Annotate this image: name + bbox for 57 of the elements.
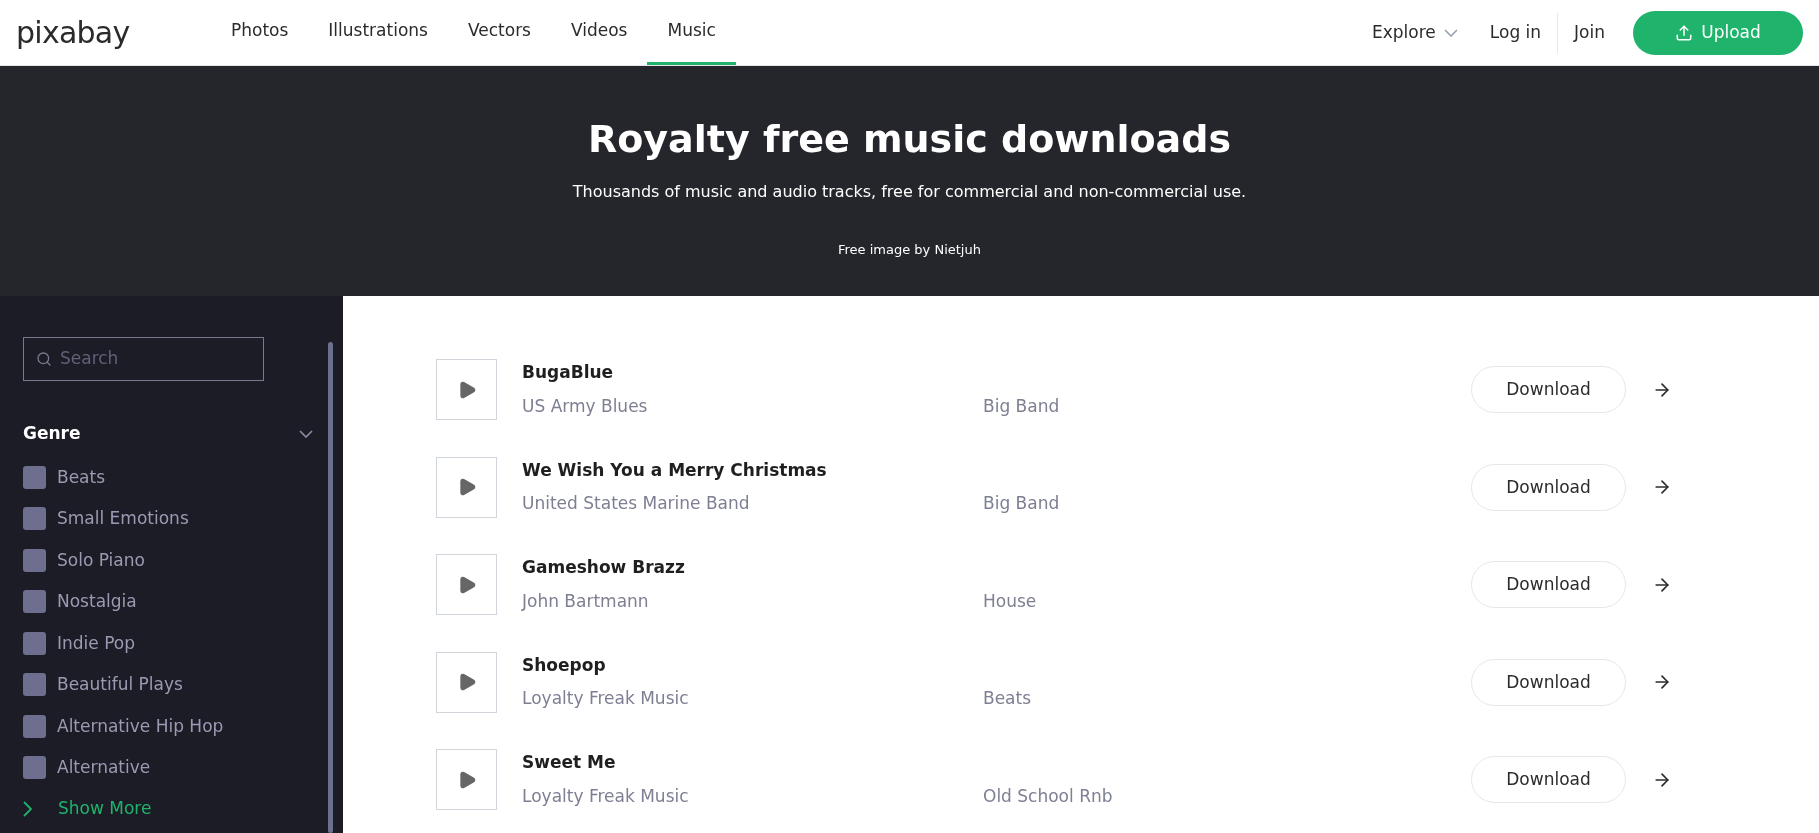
track-genre[interactable]: House (983, 588, 1471, 614)
explore-menu[interactable]: Explore (1356, 19, 1474, 46)
genre-label[interactable]: Nostalgia (57, 589, 137, 615)
track-artist[interactable]: US Army Blues (522, 393, 983, 420)
play-button[interactable] (436, 456, 497, 518)
checkbox[interactable] (23, 507, 46, 531)
hero-title: Royalty free music downloads (587, 120, 1232, 158)
genre-label[interactable]: Small Emotions (57, 506, 189, 532)
nav-tab[interactable]: Videos (551, 0, 648, 65)
checkbox[interactable] (23, 631, 46, 655)
track-artist[interactable]: United States Marine Band (522, 491, 983, 517)
track-title[interactable]: Sweet Me (522, 750, 983, 776)
track-genre[interactable]: Big Band (983, 393, 1471, 419)
chevron-down-icon (1443, 28, 1458, 37)
track-title[interactable]: Gameshow Brazz (522, 555, 983, 581)
show-more-link[interactable]: Show More (23, 788, 313, 829)
genre-label[interactable]: Beats (57, 464, 106, 490)
track-artist[interactable]: Loyalty Freak Music (522, 783, 983, 810)
play-button[interactable] (436, 749, 497, 811)
checkbox[interactable] (23, 714, 46, 738)
play-button[interactable] (436, 651, 497, 713)
track-genre[interactable]: Old School Rnb (983, 783, 1471, 809)
track-genre[interactable]: Beats (983, 686, 1471, 712)
upload-icon (1675, 23, 1694, 42)
search-box[interactable]: Search (23, 337, 264, 381)
image-credit: Free image by Nietjuh (838, 241, 981, 259)
genre-label[interactable]: Indie Pop (57, 630, 135, 656)
track-title[interactable]: We Wish You a Merry Christmas (522, 457, 983, 484)
track-artist[interactable]: John Bartmann (522, 588, 983, 615)
search-field[interactable]: Search (60, 346, 251, 372)
join-link[interactable]: Join (1558, 19, 1621, 46)
checkbox[interactable] (23, 465, 46, 489)
checkbox[interactable] (23, 590, 46, 614)
nav-tab[interactable]: Photos (211, 0, 309, 65)
nav-tab[interactable]: Illustrations (308, 0, 448, 65)
checkbox[interactable] (23, 673, 46, 697)
nav-tab[interactable]: Vectors (447, 0, 551, 65)
track-title[interactable]: BugaBlue (522, 360, 983, 386)
track-genre[interactable]: Big Band (983, 491, 1471, 517)
track-title[interactable]: Shoepop (522, 652, 983, 679)
genre-toggle[interactable]: Genre (23, 421, 313, 447)
track-artist[interactable]: Loyalty Freak Music (522, 686, 983, 712)
checkbox[interactable] (23, 548, 46, 572)
login-link[interactable]: Log in (1473, 19, 1558, 46)
checkbox[interactable] (23, 756, 46, 780)
play-button[interactable] (436, 359, 497, 421)
genre-label[interactable]: Alternative Hip Hop (57, 713, 224, 739)
genre-label[interactable]: Beautiful Plays (57, 672, 183, 698)
chevron-down-icon (299, 429, 313, 438)
logo[interactable]: pixabay (16, 17, 130, 48)
play-button[interactable] (436, 554, 497, 616)
chevron-right-icon (23, 800, 32, 817)
genre-label[interactable]: Alternative (57, 755, 151, 781)
hero-subtitle: Thousands of music and audio tracks, free for commercial and non-commercial use. (572, 181, 1247, 203)
scrollbar[interactable] (328, 342, 333, 833)
search-icon (36, 350, 52, 368)
genre-label[interactable]: Solo Piano (57, 547, 145, 573)
